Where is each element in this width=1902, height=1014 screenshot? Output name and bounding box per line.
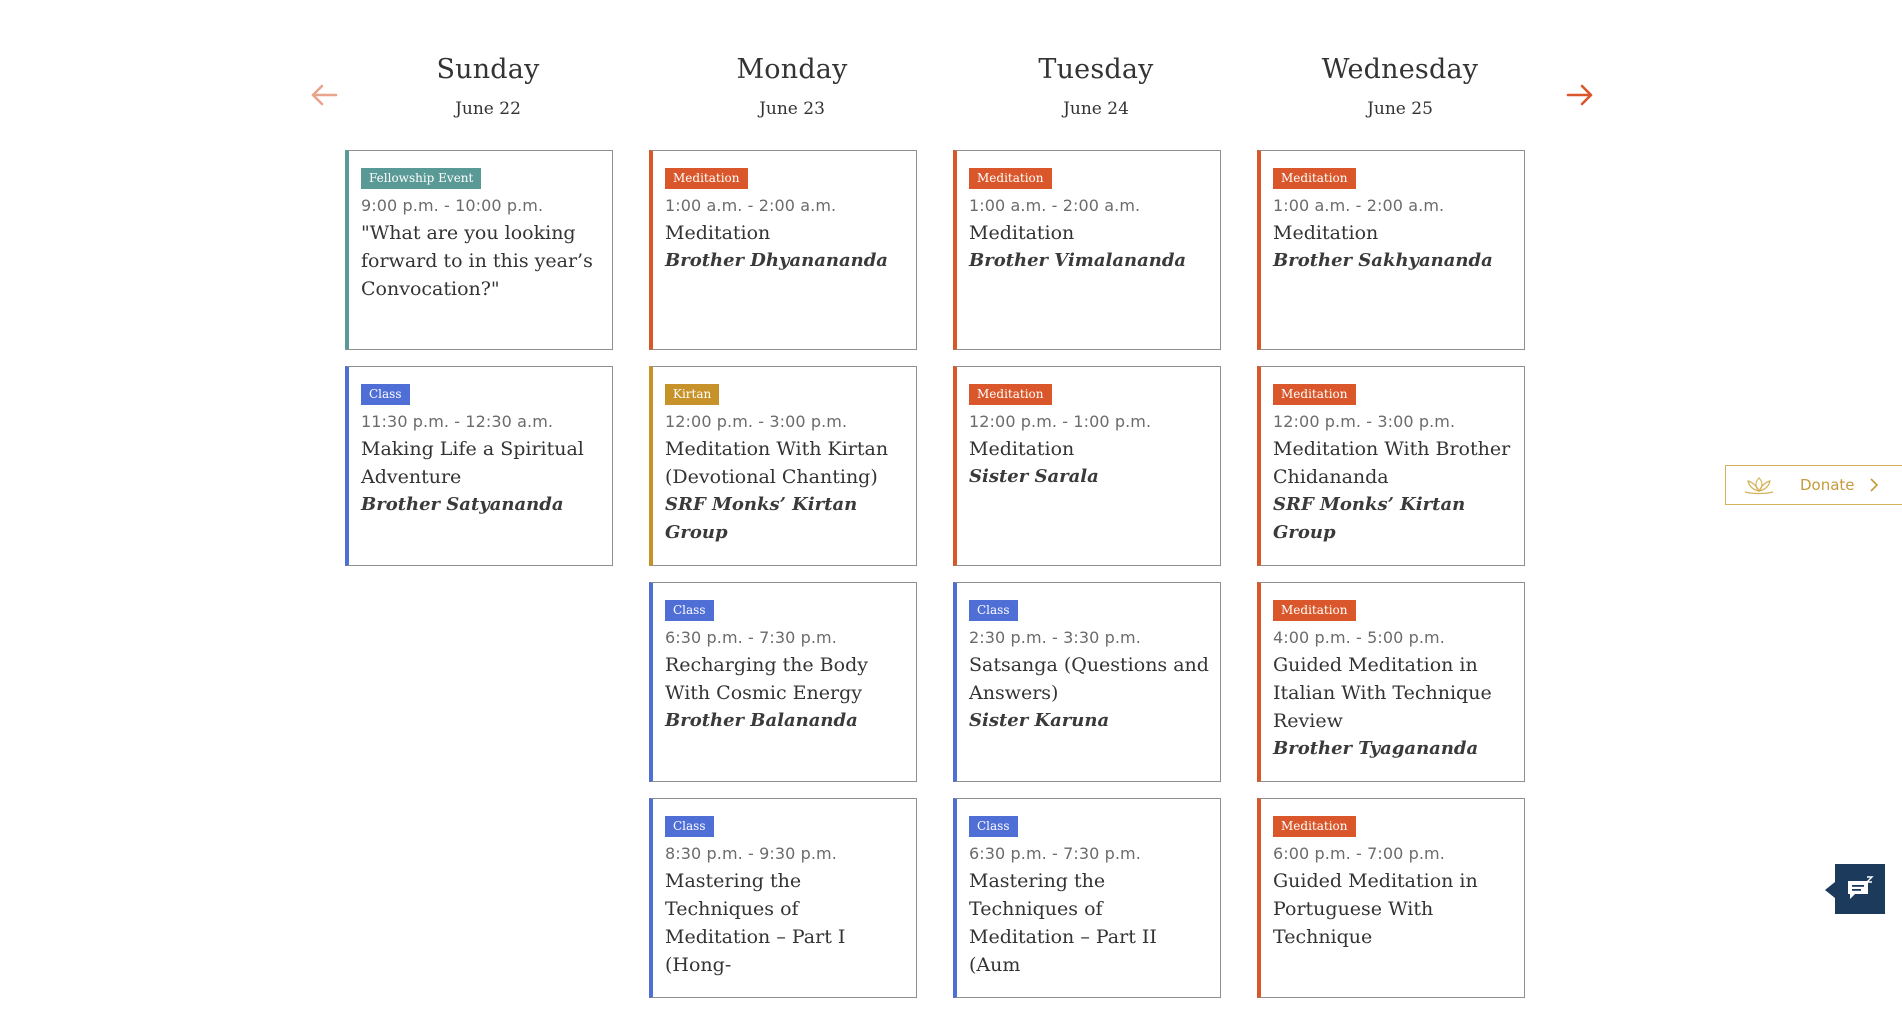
chat-icon (1848, 876, 1874, 899)
category-badge: Class (969, 816, 1018, 837)
day-column-monday: Meditation 1:00 a.m. - 2:00 a.m. Meditat… (649, 150, 917, 1014)
event-card[interactable]: Meditation 4:00 p.m. - 5:00 p.m. Guided … (1257, 582, 1525, 782)
event-time: 1:00 a.m. - 2:00 a.m. (969, 196, 1141, 215)
event-speaker: Brother Vimalananda (969, 250, 1187, 271)
event-title: Meditation (665, 222, 771, 244)
event-time: 4:00 p.m. - 5:00 p.m. (1273, 628, 1445, 647)
event-speaker: Brother Sakhyananda (1273, 250, 1493, 271)
day-date: June 23 (759, 99, 825, 119)
day-name: Monday (736, 54, 848, 85)
event-title: Meditation (1273, 222, 1379, 244)
event-title: Making Life a Spiritual Adventure (361, 438, 584, 488)
category-badge: Class (361, 384, 410, 405)
event-card[interactable]: Meditation 1:00 a.m. - 2:00 a.m. Meditat… (953, 150, 1221, 350)
event-card[interactable]: Class 11:30 p.m. - 12:30 a.m. Making Lif… (345, 366, 613, 566)
event-title: Recharging the Body With Cosmic Energy (665, 654, 868, 704)
event-title: Meditation (969, 222, 1075, 244)
event-title: Meditation With Kirtan (Devotional Chant… (665, 438, 889, 488)
category-badge: Meditation (1273, 600, 1356, 621)
event-time: 11:30 p.m. - 12:30 a.m. (361, 412, 554, 431)
event-title: "What are you looking forward to in this… (361, 222, 593, 300)
event-title: Satsanga (Questions and Answers) (969, 654, 1209, 704)
category-badge: Meditation (969, 168, 1052, 189)
day-date: June 24 (1063, 99, 1129, 119)
event-speaker: SRF Monks’ Kirtan Group (665, 494, 858, 543)
event-card[interactable]: Class 8:30 p.m. - 9:30 p.m. Mastering th… (649, 798, 917, 998)
event-card[interactable]: Meditation 12:00 p.m. - 3:00 p.m. Medita… (1257, 366, 1525, 566)
event-time: 1:00 a.m. - 2:00 a.m. (1273, 196, 1445, 215)
day-column-sunday: Fellowship Event 9:00 p.m. - 10:00 p.m. … (345, 150, 613, 582)
event-time: 6:30 p.m. - 7:30 p.m. (665, 628, 837, 647)
donate-label: Donate (1800, 476, 1855, 494)
event-title: Meditation (969, 438, 1075, 460)
event-speaker: Brother Balananda (665, 710, 858, 731)
event-time: 2:30 p.m. - 3:30 p.m. (969, 628, 1141, 647)
event-time: 12:00 p.m. - 3:00 p.m. (665, 412, 848, 431)
event-time: 1:00 a.m. - 2:00 a.m. (665, 196, 837, 215)
prev-week-arrow[interactable] (309, 80, 339, 110)
event-time: 8:30 p.m. - 9:30 p.m. (665, 844, 837, 863)
category-badge: Class (665, 816, 714, 837)
event-speaker: Sister Sarala (969, 466, 1099, 487)
category-badge: Class (969, 600, 1018, 621)
event-card[interactable]: Meditation 12:00 p.m. - 1:00 p.m. Medita… (953, 366, 1221, 566)
category-badge: Meditation (1273, 384, 1356, 405)
day-header-monday: Monday June 23 (658, 52, 926, 120)
event-speaker: SRF Monks’ Kirtan Group (1273, 494, 1466, 543)
event-speaker: Sister Karuna (969, 710, 1110, 731)
event-time: 12:00 p.m. - 3:00 p.m. (1273, 412, 1456, 431)
event-time: 9:00 p.m. - 10:00 p.m. (361, 196, 544, 215)
next-week-arrow[interactable] (1565, 80, 1595, 110)
day-header-sunday: Sunday June 22 (354, 52, 622, 120)
category-badge: Fellowship Event (361, 168, 482, 189)
arrow-right-icon (1566, 84, 1593, 106)
event-speaker: Brother Tyagananda (1273, 738, 1479, 759)
event-card[interactable]: Class 2:30 p.m. - 3:30 p.m. Satsanga (Qu… (953, 582, 1221, 782)
category-badge: Meditation (1273, 816, 1356, 837)
event-card[interactable]: Class 6:30 p.m. - 7:30 p.m. Recharging t… (649, 582, 917, 782)
event-time: 6:00 p.m. - 7:00 p.m. (1273, 844, 1445, 863)
event-card[interactable]: Meditation 6:00 p.m. - 7:00 p.m. Guided … (1257, 798, 1525, 998)
chat-button[interactable] (1825, 864, 1885, 914)
category-badge: Class (665, 600, 714, 621)
event-title: Guided Meditation in Portuguese With Tec… (1273, 870, 1478, 948)
event-card[interactable]: Meditation 1:00 a.m. - 2:00 a.m. Meditat… (649, 150, 917, 350)
event-title: Guided Meditation in Italian With Techni… (1273, 654, 1492, 732)
event-card[interactable]: Fellowship Event 9:00 p.m. - 10:00 p.m. … (345, 150, 613, 350)
day-date: June 22 (455, 99, 521, 119)
day-header-wednesday: Wednesday June 25 (1266, 52, 1534, 120)
event-time: 6:30 p.m. - 7:30 p.m. (969, 844, 1141, 863)
day-date: June 25 (1367, 99, 1433, 119)
day-header-tuesday: Tuesday June 24 (962, 52, 1230, 120)
chevron-right-icon (1869, 478, 1878, 492)
day-name: Wednesday (1321, 54, 1479, 85)
category-badge: Meditation (969, 384, 1052, 405)
day-name: Sunday (436, 54, 540, 85)
event-title: Mastering the Techniques of Meditation –… (969, 870, 1157, 976)
event-card[interactable]: Meditation 1:00 a.m. - 2:00 a.m. Meditat… (1257, 150, 1525, 350)
category-badge: Kirtan (665, 384, 720, 405)
day-name: Tuesday (1038, 54, 1154, 85)
event-time: 12:00 p.m. - 1:00 p.m. (969, 412, 1152, 431)
donate-button[interactable]: Donate (1725, 465, 1902, 505)
category-badge: Meditation (665, 168, 748, 189)
event-card[interactable]: Kirtan 12:00 p.m. - 3:00 p.m. Meditation… (649, 366, 917, 566)
day-column-tuesday: Meditation 1:00 a.m. - 2:00 a.m. Meditat… (953, 150, 1221, 1014)
arrow-left-icon (311, 84, 338, 106)
day-column-wednesday: Meditation 1:00 a.m. - 2:00 a.m. Meditat… (1257, 150, 1525, 1014)
event-speaker: Brother Satyananda (361, 494, 564, 515)
lotus-icon (1744, 477, 1774, 495)
event-title: Mastering the Techniques of Meditation –… (665, 870, 846, 976)
category-badge: Meditation (1273, 168, 1356, 189)
event-speaker: Brother Dhyanananda (665, 250, 888, 271)
event-title: Meditation With Brother Chidananda (1273, 438, 1511, 488)
event-card[interactable]: Class 6:30 p.m. - 7:30 p.m. Mastering th… (953, 798, 1221, 998)
